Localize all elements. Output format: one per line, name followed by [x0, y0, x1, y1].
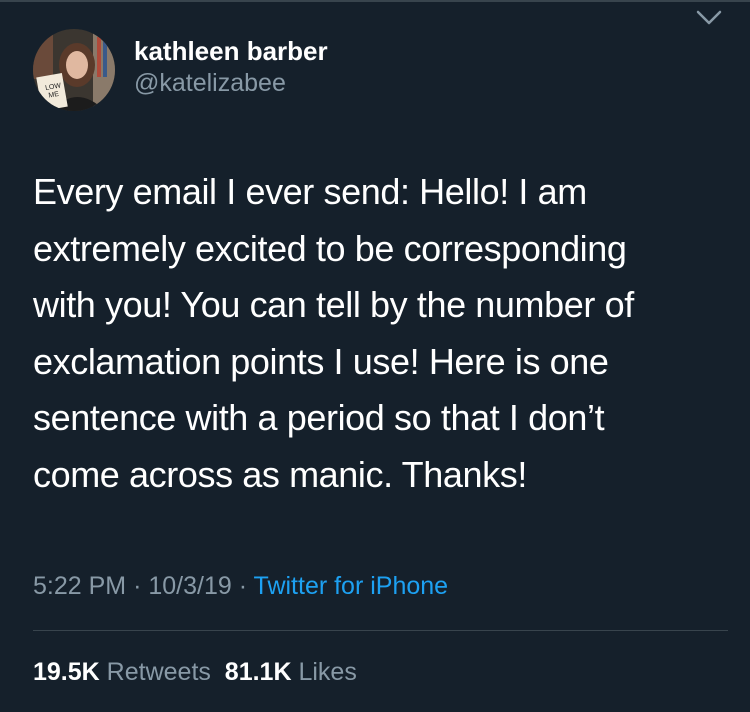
meta-separator: · [133, 572, 142, 600]
likes-stat[interactable]: 81.1K Likes [225, 658, 357, 686]
tweet-text-line: come across as manic. Thanks! [33, 453, 527, 495]
likes-count: 81.1K [224, 658, 292, 686]
tweet-metadata: 5:22 PM · 10/3/19 · Twitter for iPhone [33, 572, 448, 601]
avatar-image: LOW ME [33, 29, 115, 111]
top-divider [0, 0, 750, 2]
tweet-date[interactable]: 10/3/19 [148, 572, 231, 600]
chevron-down-icon[interactable] [694, 8, 724, 28]
author-handle[interactable]: @katelizabee [134, 69, 286, 98]
tweet-text-line: with you! You can tell by the number of [33, 284, 634, 325]
retweets-stat[interactable]: 19.5K Retweets [33, 658, 211, 686]
likes-label: Likes [298, 658, 357, 686]
tweet-text-line: Every email I ever send: Hello! I am [33, 171, 587, 212]
retweets-count: 19.5K [33, 658, 100, 686]
tweet-text-line: sentence with a period so that I don’t [33, 397, 605, 438]
tweet-text: Every email I ever send: Hello! I am ext… [33, 164, 723, 503]
tweet-source-link[interactable]: Twitter for iPhone [254, 572, 449, 600]
tweet-text-line: extremely excited to be corresponding [33, 227, 627, 269]
tweet-stats: 19.5K Retweets 81.1K Likes [33, 658, 357, 687]
avatar[interactable]: LOW ME [33, 29, 115, 111]
stats-divider [33, 630, 728, 631]
tweet-time[interactable]: 5:22 PM [33, 572, 126, 600]
retweets-label: Retweets [106, 658, 211, 686]
tweet-text-line: exclamation points I use! Here is one [33, 340, 609, 382]
meta-separator: · [238, 572, 248, 600]
author-name[interactable]: kathleen barber [134, 36, 328, 67]
